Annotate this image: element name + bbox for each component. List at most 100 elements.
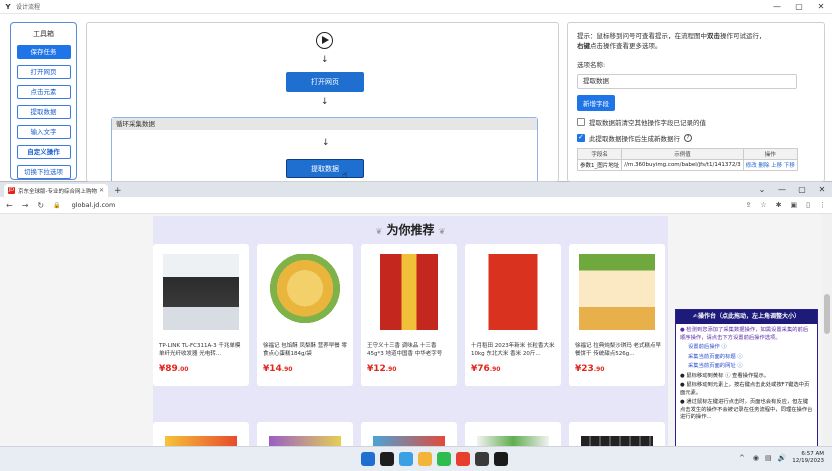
product-image[interactable] [581, 436, 653, 446]
product-image[interactable] [269, 436, 341, 446]
input-text-button[interactable]: 输入文字 [16, 125, 71, 139]
flowchart-canvas[interactable]: ↓ 打开网页 ↓ 循环采集数据 ↓ 提取数据 ☝ [86, 22, 559, 182]
product-card[interactable]: 徐福记 包馅酥 凤梨酥 营养早餐 零食点心蛋糕184g/袋 ¥14.90 [257, 244, 353, 386]
console-title[interactable]: ✍操作台（点此拖动，左上角调整大小） [676, 310, 817, 324]
product-image[interactable] [373, 436, 445, 446]
flow-arrow-icon: ↓ [321, 55, 329, 65]
start-windows-icon[interactable] [361, 452, 375, 466]
extract-data-node[interactable]: 提取数据 [286, 159, 364, 178]
spotify-icon[interactable] [437, 452, 451, 466]
lock-icon[interactable]: 🔒 [53, 202, 60, 209]
new-tab-button[interactable]: + [114, 186, 122, 196]
save-task-button[interactable]: 保存任务 [16, 45, 71, 59]
reload-button[interactable]: ↻ [37, 201, 44, 210]
operation-console[interactable]: ✍操作台（点此拖动，左上角调整大小） ● 检测到您添加了采集数据操作，如需设置采… [675, 309, 818, 446]
properties-panel: 提示：鼠标移到问号可查看提示，在流程图中双击操作可试运行， 右键点击操作查看更多… [567, 22, 825, 182]
checkbox-unchecked-icon[interactable] [577, 118, 585, 126]
product-name[interactable]: 徐福记 包馅酥 凤梨酥 营养早餐 零食点心蛋糕184g/袋 [263, 342, 349, 358]
close-button[interactable]: ✕ [810, 2, 832, 11]
app-logo-icon: Y [5, 2, 11, 11]
taskbar: ^ ◉ ▤ 🔊 6:57 AM 12/19/2023 [0, 446, 832, 471]
product-card[interactable]: 王守义十三香 调味品 十三香45g*3 地道中国香 中华老字号 ¥12.90 [361, 244, 457, 386]
page-scrollbar[interactable] [822, 214, 832, 446]
search-icon[interactable] [380, 452, 394, 466]
menu-icon[interactable]: ⋮ [819, 201, 826, 209]
recommend-grid: TP-LINK TL-FC311A-3 千兆单模单纤光纤收发器 光电转... ¥… [153, 244, 668, 446]
back-button[interactable]: ← [6, 201, 13, 210]
product-image[interactable] [267, 254, 343, 330]
product-card[interactable]: TP-LINK TL-FC311A-3 千兆单模单纤光纤收发器 光电转... ¥… [153, 244, 249, 386]
open-page-node[interactable]: 打开网页 [286, 72, 364, 92]
toolbox-title: 工具箱 [33, 30, 54, 38]
forward-button[interactable]: → [22, 201, 29, 210]
product-image[interactable] [163, 254, 239, 330]
product-name[interactable]: 徐福记 拉典炖梨沙琪玛 老式糕点早餐饼干 传统甜点526g... [575, 342, 661, 358]
browser-maximize-button[interactable]: ▢ [792, 185, 812, 194]
click-element-button[interactable]: 点击元素 [16, 85, 71, 99]
product-card[interactable] [153, 422, 249, 446]
product-image[interactable] [579, 254, 655, 330]
mouse-cursor-icon: ☝ [342, 171, 348, 181]
checkbox-checked-icon[interactable] [577, 133, 585, 142]
url-input[interactable]: global.jd.com [72, 201, 116, 209]
set-before-after-link[interactable]: 设置前后操作 ⓘ [680, 344, 813, 352]
network-icon[interactable]: ◉ [753, 454, 759, 462]
scrollbar-thumb[interactable] [824, 294, 830, 334]
loop-node[interactable]: 循环采集数据 ↓ 提取数据 [111, 117, 538, 181]
product-card[interactable] [569, 422, 665, 446]
product-name[interactable]: 王守义十三香 调味品 十三香45g*3 地道中国香 中华老字号 [367, 342, 453, 358]
product-card[interactable] [465, 422, 561, 446]
browser-window: JD 京东全球版-专业的综合网上购物 ✕ + ⌄ — ▢ ✕ ← → ↻ 🔒 g… [0, 182, 832, 446]
minimize-button[interactable]: — [766, 2, 788, 11]
bookmark-star-icon[interactable]: ☆ [760, 201, 766, 209]
volume-icon[interactable]: 🔊 [778, 454, 787, 462]
extensions-icon[interactable]: ✱ [776, 201, 782, 209]
product-image[interactable] [165, 436, 237, 446]
product-image[interactable] [477, 436, 549, 446]
clear-values-checkbox[interactable]: 提取数据前清空其他操作字段已记录的值 [577, 117, 815, 127]
table-header: 操作 [742, 148, 798, 160]
chrome-icon[interactable] [456, 452, 470, 466]
loop-node-title: 循环采集数据 [112, 118, 537, 130]
product-card[interactable] [361, 422, 457, 446]
file-explorer-icon[interactable] [418, 452, 432, 466]
tab-list-button[interactable]: ⌄ [752, 185, 772, 194]
product-card[interactable]: 徐福记 拉典炖梨沙琪玛 老式糕点早餐饼干 传统甜点526g... ¥23.90 [569, 244, 665, 386]
switch-dropdown-button[interactable]: 切换下拉选项 [16, 165, 71, 179]
tab-jd[interactable]: JD 京东全球版-专业的综合网上购物 ✕ [4, 184, 108, 197]
product-card[interactable]: 十月稻田 2023年新米 长粒香大米 10kg 东北大米 香米 20斤... ¥… [465, 244, 561, 386]
product-name[interactable]: 十月稻田 2023年新米 长粒香大米 10kg 东北大米 香米 20斤... [471, 342, 557, 358]
product-image[interactable] [371, 254, 447, 330]
open-page-button[interactable]: 打开网页 [16, 65, 71, 79]
product-image[interactable] [475, 254, 551, 330]
add-field-button[interactable]: 新增字段 [577, 95, 615, 111]
product-name[interactable]: TP-LINK TL-FC311A-3 千兆单模单纤光纤收发器 光电转... [159, 342, 245, 358]
start-play-icon[interactable] [316, 32, 333, 49]
tab-close-icon[interactable]: ✕ [99, 187, 104, 194]
tray-chevron-icon[interactable]: ^ [739, 454, 745, 462]
easyspider-icon[interactable] [494, 452, 508, 466]
edge-browser-icon[interactable] [399, 452, 413, 466]
new-row-checkbox[interactable]: 此提取数据操作后生成新数据行 ? [577, 133, 815, 143]
custom-action-button[interactable]: 自定义操作 [16, 145, 71, 159]
product-card[interactable] [257, 422, 353, 446]
row-actions[interactable]: 修改 删除 上移 下移 [742, 159, 798, 171]
collect-url-link[interactable]: 采集当前页面的网址 ⓘ [680, 363, 813, 371]
extract-data-button[interactable]: 提取数据 [16, 105, 71, 119]
table-cell: //m.360buyimg.com/babel/jfs/t1/141372/3 [621, 159, 744, 171]
share-icon[interactable]: ⇪ [745, 201, 751, 209]
app-icon[interactable] [475, 452, 489, 466]
sidebar-icon[interactable]: ▯ [806, 201, 810, 209]
collect-title-link[interactable]: 采集当前页面的标题 ⓘ [680, 354, 813, 362]
display-icon[interactable]: ▤ [765, 454, 772, 462]
option-name-input[interactable]: 提取数据 [577, 74, 797, 89]
clock[interactable]: 6:57 AM 12/19/2023 [792, 451, 824, 465]
browser-minimize-button[interactable]: — [772, 185, 792, 194]
browser-close-button[interactable]: ✕ [812, 185, 832, 194]
jd-favicon-icon: JD [8, 187, 15, 194]
maximize-button[interactable]: ▢ [788, 2, 810, 11]
table-row: 参数1_图片地址 //m.360buyimg.com/babel/jfs/t1/… [576, 159, 798, 171]
tab-search-icon[interactable]: ▣ [791, 201, 798, 209]
taskbar-apps [361, 452, 513, 466]
help-icon[interactable]: ? [684, 134, 692, 142]
